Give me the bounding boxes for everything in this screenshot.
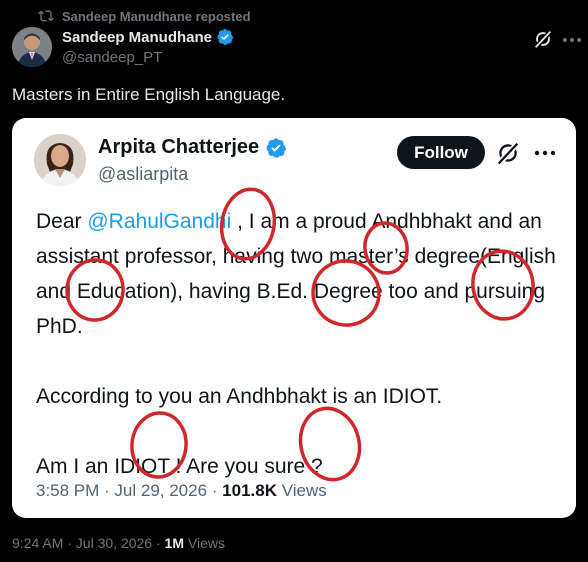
quoted-paragraph-2: According to you an Andhbhakt is an IDIO… [36,385,443,408]
repost-label: Sandeep Manudhane reposted [62,8,251,24]
quoted-timestamp[interactable]: 3:58 PM · Jul 29, 2026 · [36,481,222,500]
author-handle[interactable]: @sandeep_PT [62,49,162,66]
grok-icon[interactable] [494,139,522,167]
quoted-views-count: 101.8K [222,481,277,500]
quoted-author-name-row[interactable]: Arpita Chatterjee [98,136,287,159]
quoted-avatar[interactable] [34,134,86,186]
quoted-author-name[interactable]: Arpita Chatterjee [98,136,259,159]
quoted-paragraph-3: Am I an IDIOT ! Are you sure ? [36,455,323,478]
quoted-text: Dear [36,210,88,233]
views-label: Views [183,535,225,551]
quoted-paragraph-1: Dear @RahulGandhi , I am a proud Andhbha… [36,204,556,344]
repost-indicator[interactable]: Sandeep Manudhane reposted [38,7,251,25]
mention-link[interactable]: @RahulGandhi [87,210,231,233]
quoted-meta: 3:58 PM · Jul 29, 2026 · 101.8K Views [36,481,327,501]
more-options-icon[interactable] [534,149,556,157]
tweet-text: Masters in Entire English Language. [12,85,286,104]
quoted-views-label: Views [276,481,327,500]
tweet-meta: 9:24 AM · Jul 30, 2026 · 1M Views [12,535,225,551]
views-count: 1M [164,535,184,551]
follow-button[interactable]: Follow [397,136,485,169]
verified-badge-icon [266,137,287,158]
grok-icon[interactable] [532,28,554,50]
repost-icon [38,10,54,22]
tweet-timestamp[interactable]: 9:24 AM · Jul 30, 2026 · [12,535,165,551]
quoted-tweet-body: Dear @RahulGandhi , I am a proud Andhbha… [36,204,556,484]
quoted-author-handle[interactable]: @asliarpita [98,164,188,185]
quoted-tweet-card[interactable]: Arpita Chatterjee @asliarpita Follow Dea… [12,118,576,518]
author-name[interactable]: Sandeep Manudhane [62,29,212,46]
verified-badge-icon [217,28,234,46]
author-name-row[interactable]: Sandeep Manudhane [62,28,234,46]
more-options-icon[interactable] [562,36,582,44]
avatar[interactable] [12,27,52,67]
